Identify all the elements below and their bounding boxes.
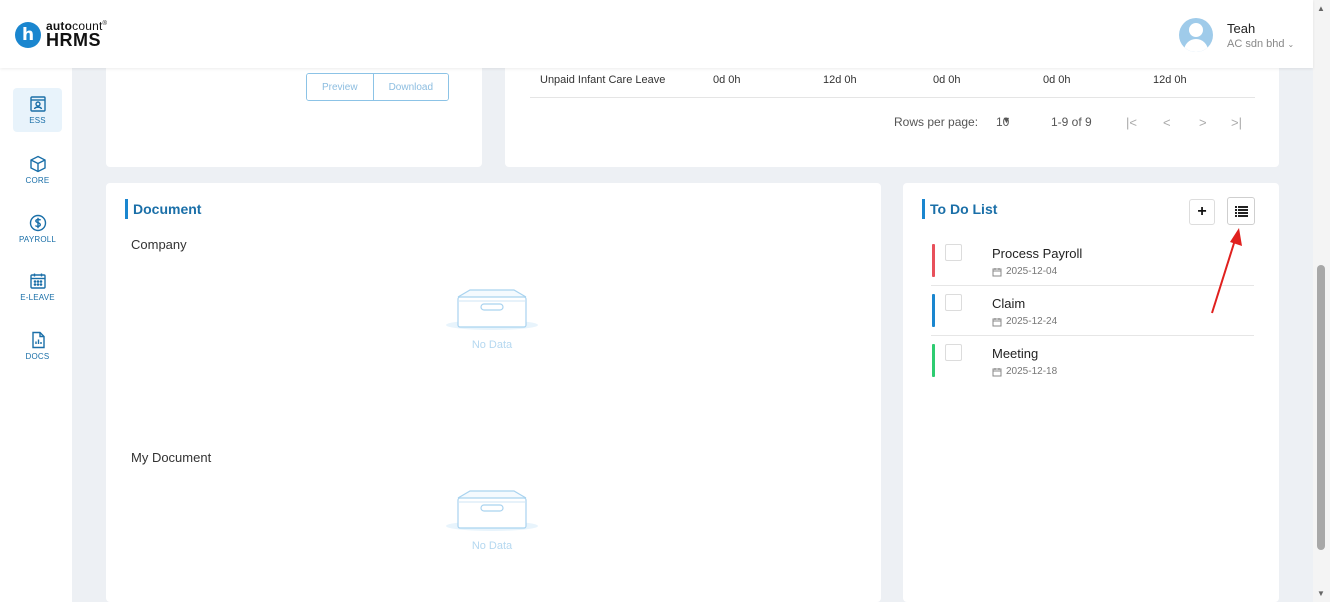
table-cell: 0d 0h [1043,74,1071,86]
list-item[interactable]: Process Payroll 2025-12-04 [931,236,1254,286]
scroll-thumb[interactable] [1317,265,1325,550]
sidebar-item-label: PAYROLL [18,235,57,244]
todo-checkbox[interactable] [945,244,962,261]
my-documents-label: My Document [131,450,212,465]
logo-mark: h [15,21,41,48]
sidebar-item-core[interactable]: CORE [13,148,62,192]
next-page-icon[interactable]: > [1199,115,1207,130]
table-cell: 12d 0h [823,74,857,86]
list-icon [1234,205,1248,217]
app-logo[interactable]: h autocount® HRMS [15,20,107,49]
pagination-range: 1-9 of 9 [1051,115,1092,129]
scroll-up-icon[interactable]: ▲ [1317,4,1325,13]
last-page-icon[interactable]: >| [1231,115,1242,130]
table-cell: 0d 0h [713,74,741,86]
list-item[interactable]: Meeting 2025-12-18 [931,336,1254,386]
todo-checkbox[interactable] [945,344,962,361]
list-item[interactable]: Claim 2025-12-24 [931,286,1254,336]
priority-bar [932,344,935,377]
document-card: Document Company No Data My Document No … [106,183,881,602]
page-scrollbar[interactable]: ▲ ▼ [1313,0,1330,602]
scroll-down-icon[interactable]: ▼ [1317,589,1325,598]
todo-title: To Do List [922,199,997,219]
empty-text: No Data [471,339,513,351]
calendar-icon [992,317,1002,326]
company-selector[interactable]: AC sdn bhd ⌄ [1227,38,1294,50]
empty-box-icon [446,289,538,330]
todo-date: 2025-12-18 [992,366,1057,377]
add-todo-button[interactable]: + [1189,199,1215,225]
sidebar-item-e-leave[interactable]: E-LEAVE [13,265,62,309]
leave-balance-card: Unpaid Infant Care Leave 0d 0h 12d 0h 0d… [505,62,1279,167]
todo-checkbox[interactable] [945,294,962,311]
sidebar-item-label: CORE [25,176,50,185]
sidebar-item-label: DOCS [25,352,50,361]
priority-bar [932,294,935,327]
table-cell: 0d 0h [933,74,961,86]
table-cell: 12d 0h [1153,74,1187,86]
sidebar: ESS CORE PAYROLL E-LEAVE DOCS [0,68,72,602]
preview-button[interactable]: Preview [307,74,373,100]
todo-list-view-button[interactable] [1227,197,1255,225]
ess-icon [29,95,47,113]
sidebar-item-label: E-LEAVE [20,293,55,302]
todo-name: Process Payroll [992,246,1083,261]
document-icon [29,331,47,349]
todo-card: To Do List + Process Payroll 2025-12-04 … [903,183,1279,602]
document-title: Document [125,199,201,219]
calendar-icon [29,272,47,290]
app-header: h autocount® HRMS Teah AC sdn bhd ⌄ [0,0,1313,68]
logo-product: HRMS [46,30,101,50]
user-menu[interactable]: Teah AC sdn bhd ⌄ [1179,18,1294,52]
leave-type-cell: Unpaid Infant Care Leave [540,74,666,86]
payslip-card: Preview Download [106,62,482,167]
prev-page-icon[interactable]: < [1163,115,1171,130]
dollar-icon [29,214,47,232]
user-name: Teah [1227,20,1256,36]
sidebar-item-ess[interactable]: ESS [13,88,62,132]
chevron-down-icon: ⌄ [1287,39,1295,49]
todo-name: Meeting [992,346,1039,361]
empty-box-icon [446,490,538,531]
company-documents-label: Company [131,237,187,252]
my-document-empty-state: No Data [444,488,540,552]
calendar-icon [992,267,1002,276]
avatar[interactable] [1179,18,1213,52]
sidebar-item-label: ESS [29,116,46,125]
sidebar-item-payroll[interactable]: PAYROLL [13,207,62,251]
empty-text: No Data [471,540,513,552]
caret-down-icon: ▼ [1002,115,1011,125]
todo-name: Claim [992,296,1026,311]
todo-date: 2025-12-04 [992,266,1057,277]
rows-per-page-label: Rows per page: [894,115,979,129]
payslip-actions: Preview Download [306,73,450,101]
sidebar-item-docs[interactable]: DOCS [13,324,62,368]
todo-date: 2025-12-24 [992,316,1057,327]
priority-bar [932,244,935,277]
first-page-icon[interactable]: |< [1126,115,1137,130]
table-row: Unpaid Infant Care Leave 0d 0h 12d 0h 0d… [530,72,1255,98]
calendar-icon [992,367,1002,376]
company-empty-state: No Data [444,287,540,351]
download-button[interactable]: Download [372,74,449,100]
cube-icon [29,155,47,173]
